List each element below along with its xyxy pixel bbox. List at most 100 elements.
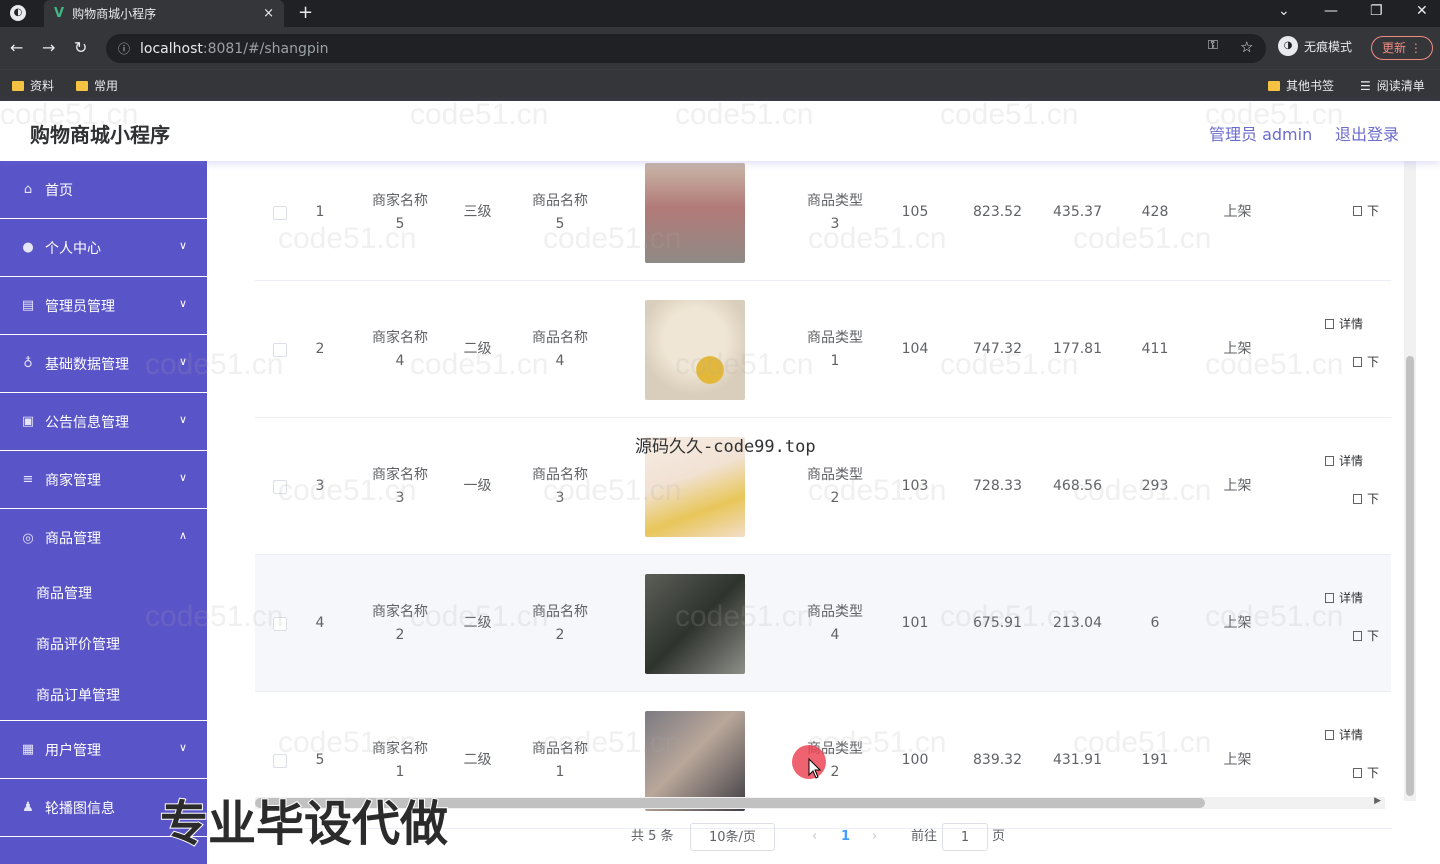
type-text: 3: [830, 215, 840, 232]
product-image[interactable]: [645, 299, 745, 400]
detail-button[interactable]: 详情: [1325, 726, 1363, 743]
data-icon: ♁: [23, 356, 33, 371]
site-info-icon[interactable]: ⓘ: [118, 40, 130, 57]
bookmark-folder[interactable]: 资料: [12, 77, 54, 94]
row-actions: 详情下: [1315, 418, 1391, 555]
star-icon[interactable]: ☆: [1240, 38, 1253, 56]
document-icon: [1353, 206, 1362, 216]
status-cell: 上架: [1223, 478, 1252, 494]
forward-icon[interactable]: →: [42, 38, 55, 57]
offshelf-button[interactable]: 下: [1353, 764, 1379, 781]
offshelf-button[interactable]: 下: [1353, 353, 1379, 370]
product-image-cell: [645, 555, 745, 692]
name-text: 商品名称: [532, 466, 588, 483]
home-icon: ⌂: [23, 182, 33, 197]
key-icon[interactable]: ⚿: [1208, 38, 1218, 53]
scroll-right-icon[interactable]: ▶: [1374, 796, 1381, 806]
product-image[interactable]: [645, 162, 745, 263]
row-checkbox[interactable]: [273, 205, 287, 220]
update-button[interactable]: 更新 ⋮: [1371, 36, 1433, 60]
row-checkbox-cell: [255, 161, 305, 281]
detail-button[interactable]: 详情: [1325, 315, 1363, 332]
sidebar-item-notices[interactable]: ▣ 公告信息管理 ∨: [0, 393, 207, 451]
store-icon: ≡: [22, 472, 34, 487]
row-checkbox[interactable]: [273, 753, 287, 768]
sidebar-item-label: 首页: [45, 182, 73, 199]
prev-page-icon[interactable]: ‹: [812, 823, 817, 851]
merchant-text: 4: [395, 352, 405, 369]
price-cell: 468.56: [1053, 478, 1102, 494]
folder-icon: [1268, 80, 1280, 91]
table-row: 2 商家名称 4 二级 商品名称 4 商品类型 1 104 747.32 177.81 411 上架 详情…: [255, 281, 1391, 418]
offshelf-button[interactable]: 下: [1353, 627, 1379, 644]
detail-button[interactable]: 详情: [1325, 452, 1363, 469]
reading-list[interactable]: ☰ 阅读清单: [1360, 77, 1425, 94]
submenu-item-goods[interactable]: 商品管理: [0, 567, 207, 618]
sidebar-item-merchants[interactable]: ≡ 商家管理 ∨: [0, 451, 207, 509]
new-tab-button[interactable]: +: [298, 2, 313, 23]
sidebar-item-basic-data[interactable]: ♁ 基础数据管理 ∨: [0, 335, 207, 393]
chevron-down-icon: ∨: [178, 239, 187, 252]
submenu-item-reviews[interactable]: 商品评价管理: [0, 618, 207, 669]
other-bookmarks[interactable]: 其他书签: [1268, 77, 1334, 94]
goods-table: 1 商家名称 5 三级 商品名称 5 商品类型 3 105 823.52 435.37 428 上架下 2…: [255, 161, 1391, 829]
merchant-text: 1: [395, 763, 405, 780]
app-header: 购物商城小程序 管理员 admin 退出登录: [0, 101, 1440, 161]
profile-label: 无痕模式: [1304, 39, 1353, 54]
back-icon[interactable]: ←: [10, 38, 23, 57]
name-cell: 商品名称 5: [515, 161, 605, 281]
document-icon: [1325, 593, 1334, 603]
name-text: 2: [555, 626, 565, 643]
row-actions: 下: [1315, 161, 1391, 281]
row-checkbox[interactable]: [273, 479, 287, 494]
tab-search-icon[interactable]: ⌄: [1278, 3, 1290, 19]
sidebar-item-label: 公告信息管理: [45, 414, 129, 431]
offshelf-button[interactable]: 下: [1353, 202, 1379, 219]
row-checkbox[interactable]: [273, 342, 287, 357]
offshelf-button[interactable]: 下: [1353, 490, 1379, 507]
sidebar-item-home[interactable]: ⌂ 首页: [0, 161, 207, 219]
detail-button[interactable]: 详情: [1325, 589, 1363, 606]
tab-close-icon[interactable]: ×: [263, 6, 274, 21]
type-text: 商品类型: [807, 192, 863, 209]
browser-tab[interactable]: V 购物商城小程序 ×: [44, 0, 284, 27]
sidebar-item-goods[interactable]: ◎ 商品管理 ∧: [0, 509, 207, 567]
row-checkbox[interactable]: [273, 616, 287, 631]
submenu-item-orders[interactable]: 商品订单管理: [0, 669, 207, 720]
reading-list-icon: ☰: [1360, 78, 1371, 93]
goto-page-input[interactable]: 1: [942, 823, 988, 851]
page-size-select[interactable]: 10条/页: [690, 823, 775, 851]
name-text: 1: [555, 763, 565, 780]
document-icon: [1353, 768, 1362, 778]
merchant-cell: 商家名称 5: [355, 161, 445, 281]
document-icon: [1353, 494, 1362, 504]
index-cell: 1: [315, 204, 325, 220]
profile-button[interactable]: ◑ 无痕模式: [1278, 36, 1352, 56]
sidebar-item-admins[interactable]: ▤ 管理员管理 ∨: [0, 277, 207, 335]
product-image[interactable]: [645, 573, 745, 674]
row-actions: 详情下: [1315, 555, 1391, 692]
merchant-text: 商家名称: [372, 740, 428, 757]
minimize-icon[interactable]: —: [1324, 3, 1338, 19]
table-row: 1 商家名称 5 三级 商品名称 5 商品类型 3 105 823.52 435.37 428 上架 下: [255, 161, 1391, 281]
restore-icon[interactable]: ❐: [1370, 3, 1383, 19]
reload-icon[interactable]: ↻: [74, 38, 87, 57]
bookmark-folder[interactable]: 常用: [76, 77, 118, 94]
goods-submenu: 商品管理 商品评价管理 商品订单管理: [0, 567, 207, 721]
page-number-1[interactable]: 1: [841, 823, 850, 851]
level-cell: 一级: [463, 478, 492, 494]
merchant-text: 商家名称: [372, 466, 428, 483]
sidebar-item-users[interactable]: ▦ 用户管理 ∨: [0, 721, 207, 779]
sidebar-item-label: 个人中心: [45, 240, 101, 257]
sidebar-item-profile[interactable]: ● 个人中心 ∨: [0, 219, 207, 277]
name-text: 5: [555, 215, 565, 232]
vertical-scrollbar[interactable]: [1404, 161, 1416, 801]
next-page-icon[interactable]: ›: [872, 823, 877, 851]
stock-cell: 105: [901, 204, 929, 220]
url-input[interactable]: ⓘ localhost :8081/#/shangpin: [106, 34, 1266, 63]
logout-link[interactable]: 退出登录: [1335, 121, 1399, 145]
tab-title: 购物商城小程序: [72, 7, 157, 21]
close-window-icon[interactable]: ✕: [1416, 3, 1428, 19]
bookmarks-bar: 资料 常用 其他书签 ☰ 阅读清单: [0, 69, 1440, 101]
product-image[interactable]: [645, 710, 745, 811]
